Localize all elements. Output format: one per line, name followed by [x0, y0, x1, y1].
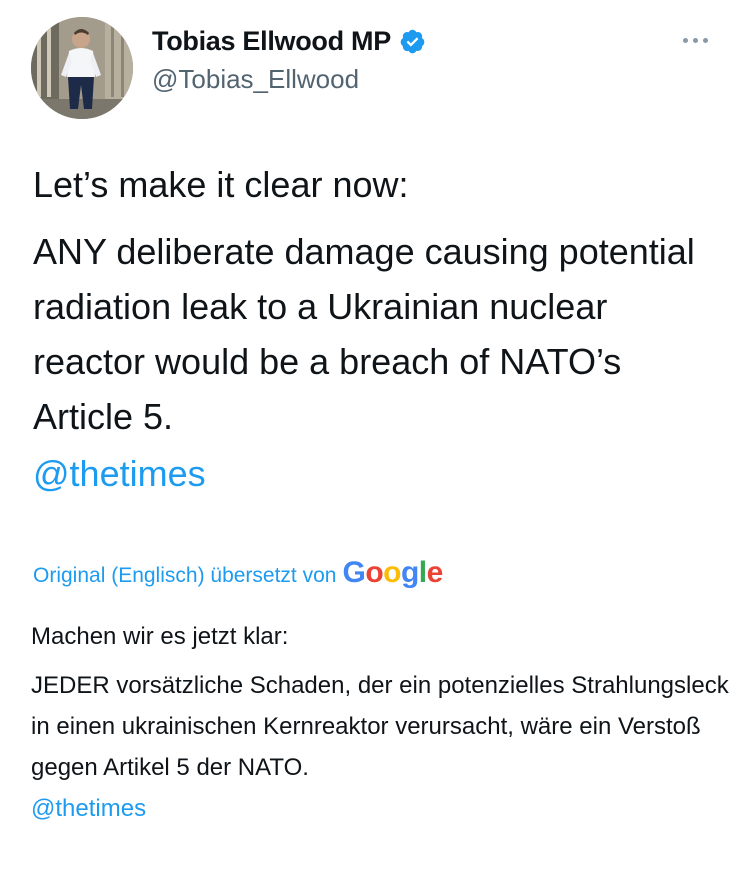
translation-label[interactable]: Original (Englisch) übersetzt von [33, 564, 336, 588]
verified-badge-icon [400, 29, 425, 54]
author-block: Tobias Ellwood MP @Tobias_Ellwood [152, 26, 426, 95]
translation-attribution: Original (Englisch) übersetzt von Google [33, 556, 443, 590]
translated-line-1: Machen wir es jetzt klar: [31, 623, 289, 650]
mention-link[interactable]: @thetimes [33, 446, 206, 501]
tweet-paragraph-2: ANY deliberate damage causing potential … [33, 231, 695, 437]
profile-photo-icon [31, 17, 133, 119]
translated-text: Machen wir es jetzt klar: JEDER vorsätzl… [31, 619, 731, 829]
more-options-icon[interactable] [683, 38, 708, 43]
tweet-card: Tobias Ellwood MP @Tobias_Ellwood Let’s … [0, 0, 740, 890]
dot [683, 38, 688, 43]
dot [703, 38, 708, 43]
tweet-text: Let’s make it clear now: ANY deliberate … [33, 162, 723, 501]
author-name[interactable]: Tobias Ellwood MP [152, 26, 391, 57]
author-name-row: Tobias Ellwood MP [152, 26, 426, 57]
translated-mention-link[interactable]: @thetimes [31, 788, 146, 829]
author-handle[interactable]: @Tobias_Ellwood [152, 64, 426, 95]
translated-paragraph-2: JEDER vorsätzliche Schaden, der ein pote… [31, 672, 729, 781]
author-avatar[interactable] [31, 17, 133, 119]
google-logo: Google [342, 556, 443, 589]
tweet-line-1: Let’s make it clear now: [33, 164, 409, 205]
dot [693, 38, 698, 43]
